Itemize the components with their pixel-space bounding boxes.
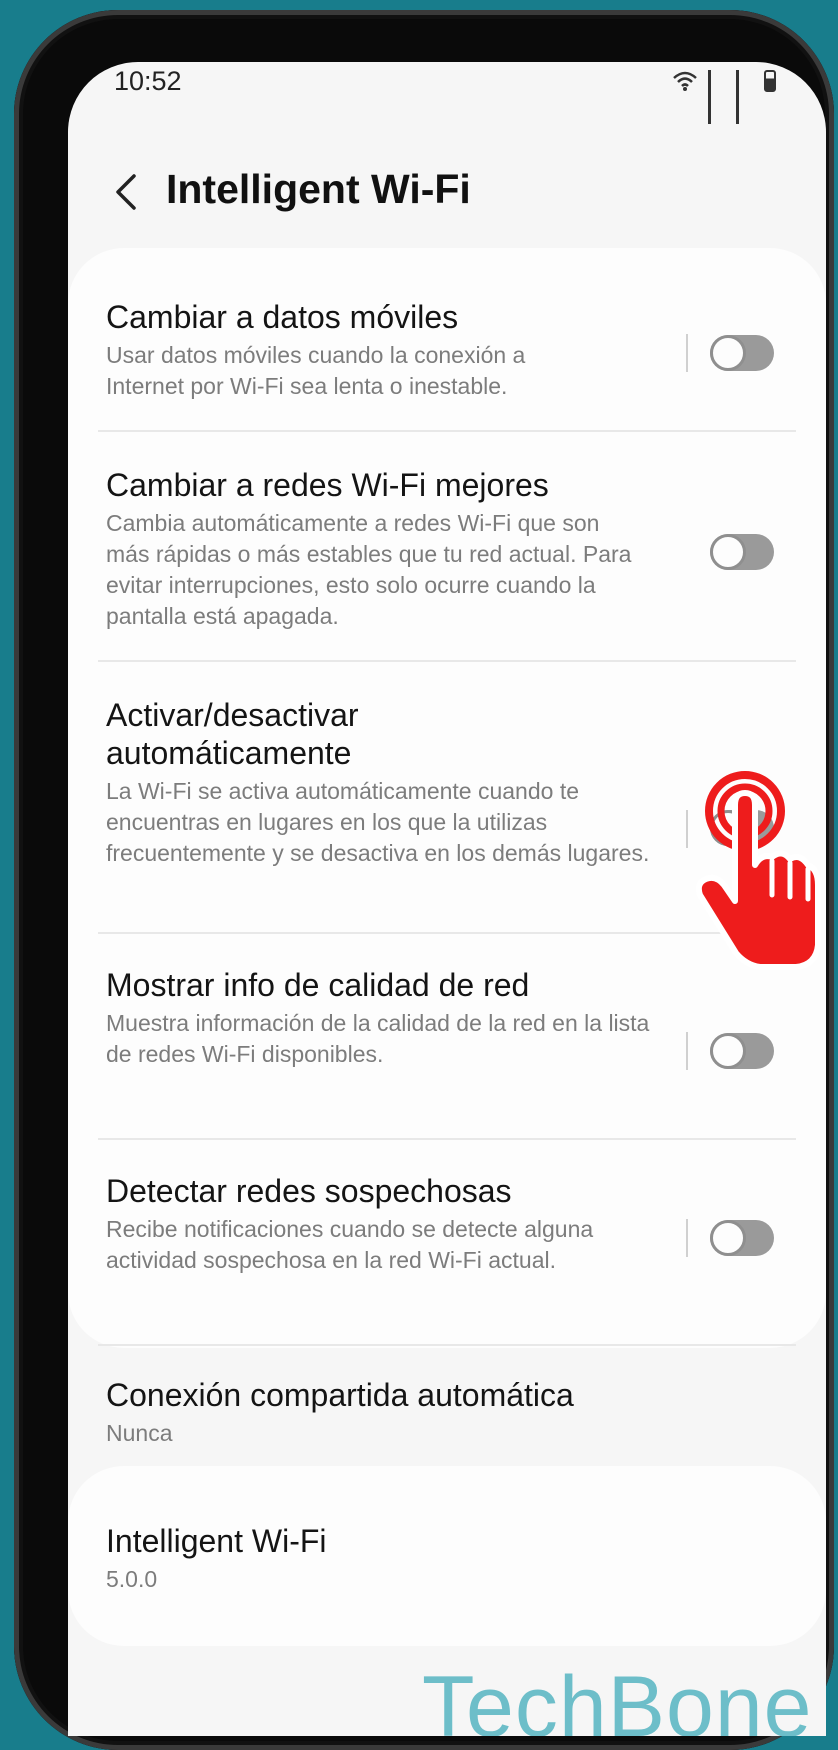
setting-description: Muestra información de la calidad de la … bbox=[106, 1010, 650, 1067]
setting-title: Cambiar a redes Wi-Fi mejores bbox=[106, 467, 549, 503]
battery-icon bbox=[764, 70, 776, 92]
page-title: Intelligent Wi-Fi bbox=[166, 166, 471, 212]
setting-description: Usar datos móviles cuando la conexión a … bbox=[106, 342, 526, 399]
toggle-network-quality[interactable] bbox=[710, 1033, 774, 1069]
divider bbox=[98, 1344, 796, 1346]
toggle-knob bbox=[710, 1220, 746, 1256]
signal-icon bbox=[736, 70, 754, 124]
separator bbox=[686, 1219, 688, 1257]
separator bbox=[686, 810, 688, 848]
status-time: 10:52 bbox=[114, 66, 182, 96]
status-icons bbox=[672, 70, 776, 124]
toggle-better-wifi[interactable] bbox=[710, 534, 774, 570]
toggle-knob bbox=[710, 534, 746, 570]
setting-description: Cambia automáticamente a redes Wi-Fi que… bbox=[106, 510, 632, 629]
setting-title: Conexión compartida automática bbox=[106, 1377, 574, 1413]
setting-title: Mostrar info de calidad de red bbox=[106, 967, 530, 1003]
tap-hand-icon bbox=[695, 771, 821, 970]
wifi-icon bbox=[673, 71, 697, 91]
toggle-suspicious-networks[interactable] bbox=[710, 1220, 774, 1256]
separator bbox=[686, 1032, 688, 1070]
setting-title: Cambiar a datos móviles bbox=[106, 299, 459, 335]
about-card: Intelligent Wi-Fi 5.0.0 bbox=[68, 1466, 826, 1646]
setting-description: Recibe notificaciones cuando se detecte … bbox=[106, 1216, 594, 1273]
setting-description: La Wi-Fi se activa automáticamente cuand… bbox=[106, 778, 650, 866]
toggle-knob bbox=[710, 1033, 746, 1069]
watermark-logo: TechBone bbox=[422, 1659, 813, 1736]
setting-auto-hotspot[interactable]: Conexión compartida automática Nunca bbox=[106, 1376, 788, 1449]
setting-value: Nunca bbox=[106, 1420, 173, 1446]
signal-icon bbox=[708, 70, 726, 124]
setting-better-wifi[interactable]: Cambiar a redes Wi-Fi mejores Cambia aut… bbox=[106, 466, 788, 632]
about-intelligent-wifi[interactable]: Intelligent Wi-Fi 5.0.0 bbox=[106, 1522, 788, 1595]
toggle-switch-mobile-data[interactable] bbox=[710, 335, 774, 371]
about-version: 5.0.0 bbox=[106, 1566, 158, 1592]
divider bbox=[98, 1138, 796, 1140]
setting-title: Activar/desactivar automáticamente bbox=[106, 697, 359, 771]
toggle-knob bbox=[710, 335, 746, 371]
divider bbox=[98, 430, 796, 432]
back-arrow-icon[interactable] bbox=[106, 170, 150, 214]
about-title: Intelligent Wi-Fi bbox=[106, 1523, 327, 1559]
divider bbox=[98, 660, 796, 662]
separator bbox=[686, 334, 688, 372]
status-bar: 10:52 bbox=[68, 62, 826, 124]
setting-title: Detectar redes sospechosas bbox=[106, 1173, 512, 1209]
